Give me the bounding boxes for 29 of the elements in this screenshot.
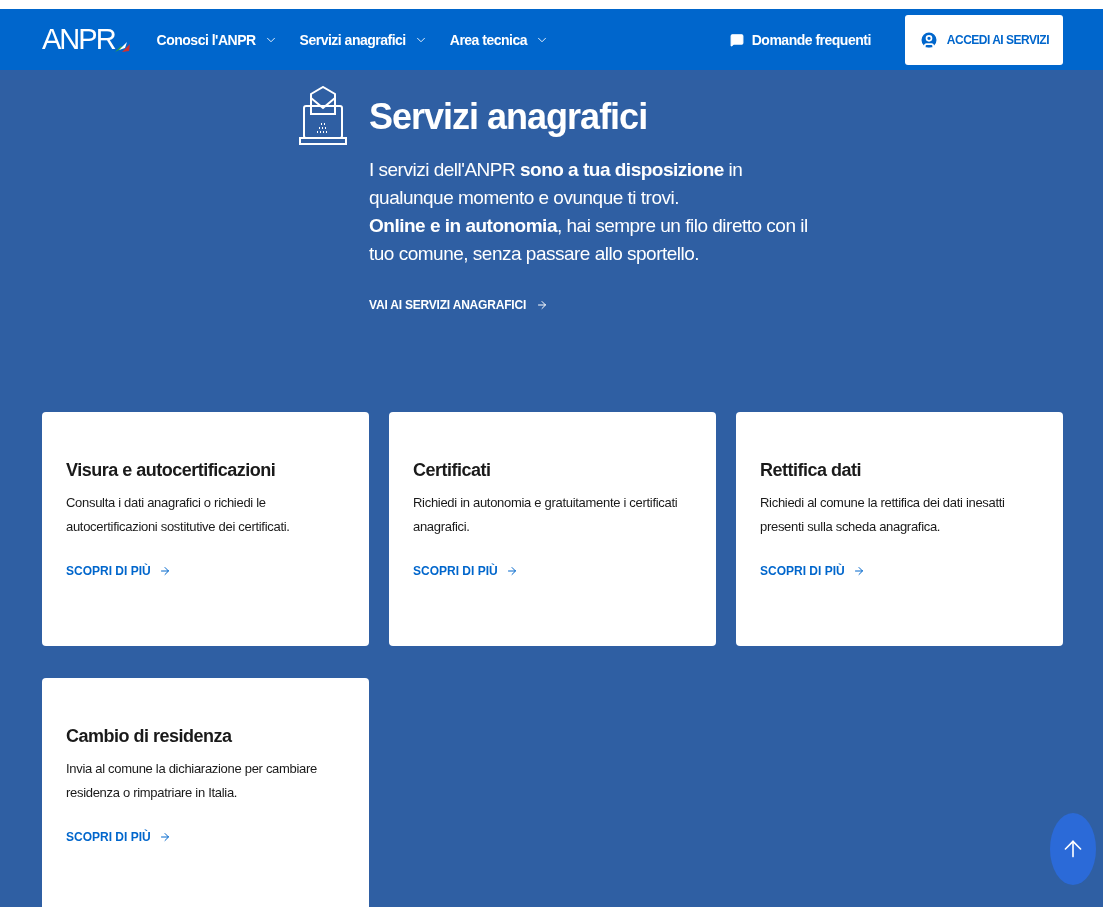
user-icon	[918, 29, 939, 50]
more-link[interactable]: SCOPRI DI PIÙ	[66, 830, 171, 844]
card-text: Invia al comune la dichiarazione per cambiare residenza o rimpatriare in Italia.	[66, 760, 318, 802]
arrow-right-icon	[158, 831, 171, 843]
card-text: Consulta i dati anagrafici o richiedi le autocertificazioni sostitutive dei certificati.	[66, 494, 291, 536]
faq-link[interactable]: Domande frequenti	[729, 31, 871, 48]
arrow-right-icon	[536, 299, 548, 311]
arrow-right-icon	[158, 565, 171, 577]
card-title: Certificati	[413, 460, 492, 481]
logo[interactable]: ANPR	[42, 25, 115, 54]
login-button[interactable]: ACCEDI AI SERVIZI	[904, 14, 1063, 65]
card-text: Richiedi al comune la rettifica dei dati inesatti presenti sulla scheda anagrafica.	[760, 494, 1006, 536]
card-title: Visura e autocertificazioni	[66, 460, 277, 481]
arrow-right-icon	[852, 565, 865, 577]
page-title: Servizi anagrafici	[369, 96, 649, 138]
more-link[interactable]: SCOPRI DI PIÙ	[760, 564, 865, 578]
nav-link[interactable]: Conosci l'ANPR	[156, 31, 278, 48]
services-link[interactable]: VAI AI SERVIZI ANAGRAFICI	[369, 298, 819, 312]
more-link[interactable]: SCOPRI DI PIÙ	[413, 564, 518, 578]
card-title: Cambio di residenza	[66, 726, 233, 747]
nav-link[interactable]: Area tecnica	[449, 31, 550, 48]
more-link[interactable]: SCOPRI DI PIÙ	[66, 564, 171, 578]
card-text: Richiedi in autonomia e gratuitamente i certificati anagrafici.	[413, 494, 679, 536]
arrow-right-icon	[505, 565, 518, 577]
hero-paragraph: Online e in autonomia, hai sempre un filo diretto con il tuo comune, senza passare allo sportello.	[369, 214, 809, 266]
hero-paragraph: I servizi dell'ANPR sono a tua disposizione in qualunque momento e ovunque ti trovi.	[369, 158, 744, 210]
chat-icon	[729, 32, 744, 47]
nav-link[interactable]: Servizi anagrafici	[299, 31, 428, 48]
card-title: Rettifica dati	[760, 460, 863, 481]
